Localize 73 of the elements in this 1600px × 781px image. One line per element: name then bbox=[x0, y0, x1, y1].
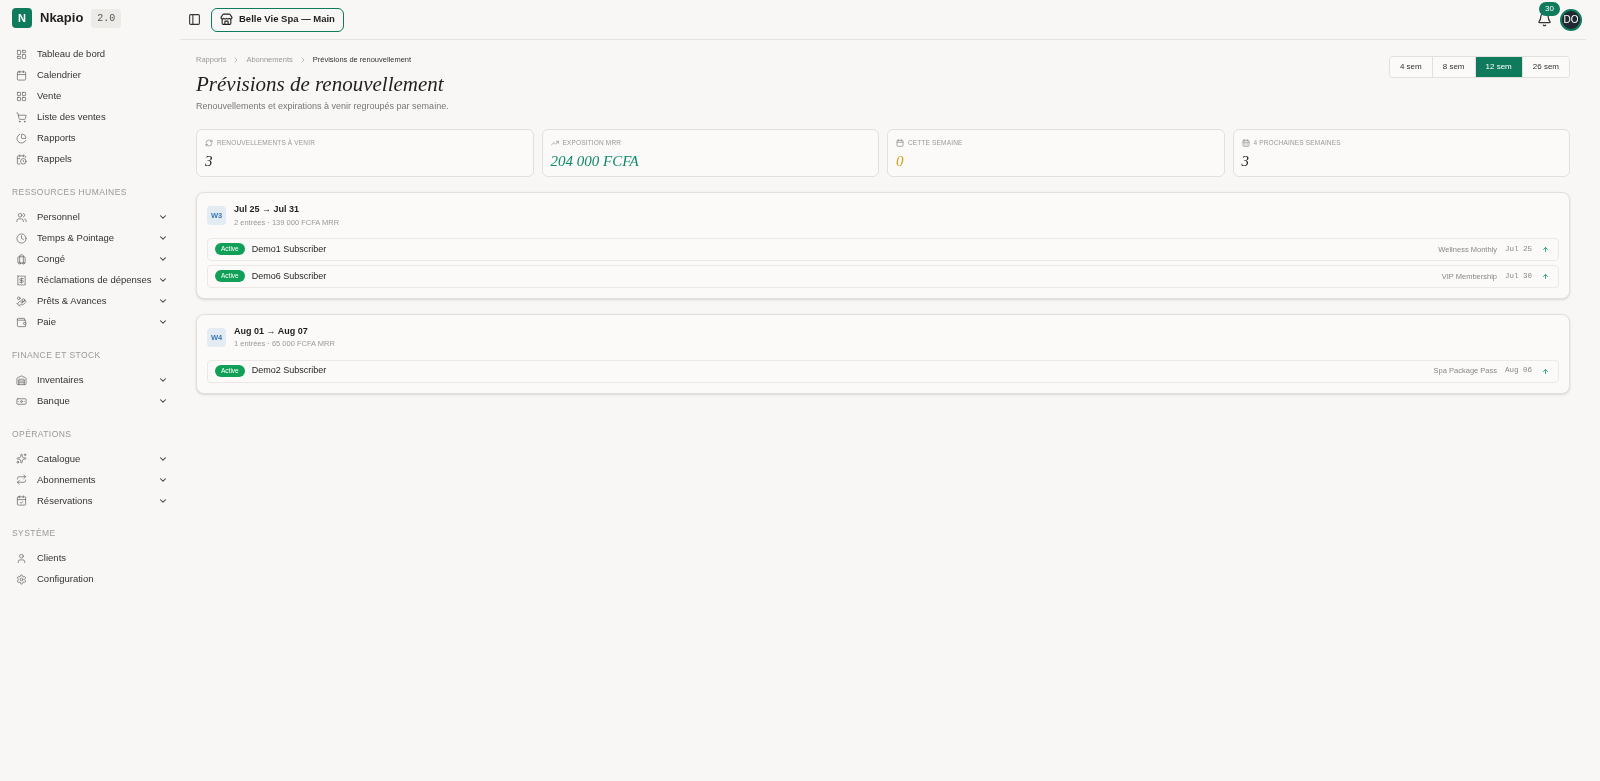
notification-icon[interactable] bbox=[1537, 12, 1552, 27]
menu-icon bbox=[16, 112, 27, 123]
menu-icon bbox=[16, 474, 27, 486]
menu-icon bbox=[16, 91, 27, 102]
sidebar-item[interactable]: Calendrier bbox=[12, 65, 168, 86]
stat-icon bbox=[205, 138, 213, 147]
section-heading: OPÉRATIONS bbox=[12, 427, 73, 441]
stat-icon bbox=[896, 138, 904, 147]
menu-icon bbox=[16, 553, 27, 564]
menu-icon bbox=[16, 232, 27, 244]
sidebar-item[interactable]: Réservations bbox=[12, 490, 168, 512]
user-avatar[interactable]: DO bbox=[1560, 8, 1582, 31]
section-heading: SYSTÈME bbox=[12, 527, 57, 540]
week-range: Aug 01 → Aug 07 bbox=[234, 324, 309, 338]
menu-icon bbox=[16, 374, 27, 386]
stat-value: 204 000 FCFA bbox=[550, 151, 640, 171]
store-icon bbox=[220, 13, 233, 26]
sidebar-item[interactable]: Personnel bbox=[12, 206, 168, 228]
sidebar-item[interactable]: Abonnements bbox=[12, 469, 168, 491]
menu-icon bbox=[16, 154, 27, 165]
menu-icon bbox=[16, 495, 27, 507]
menu-icon bbox=[16, 395, 27, 407]
menu-icon bbox=[16, 574, 27, 585]
stat-value: 3 bbox=[205, 151, 214, 171]
menu-icon bbox=[16, 453, 27, 465]
section-heading: FINANCE ET STOCK bbox=[12, 348, 102, 362]
version-badge: 2.0 bbox=[91, 8, 122, 28]
sidebar-item[interactable]: Tableau de bord bbox=[12, 44, 168, 65]
stat-icon bbox=[550, 138, 559, 147]
week-range: Jul 25 → Jul 31 bbox=[234, 203, 301, 216]
stat-value: 3 bbox=[1241, 151, 1250, 171]
sidebar-item[interactable]: Liste des ventes bbox=[12, 107, 168, 128]
chevron-icon bbox=[158, 396, 168, 406]
menu-icon bbox=[16, 133, 27, 144]
sidebar-item[interactable]: Paie bbox=[12, 311, 168, 333]
sidebar-item[interactable]: Rappels bbox=[12, 149, 168, 170]
sidebar-item[interactable]: Prêts & Avances bbox=[12, 290, 168, 312]
sidebar-item[interactable]: Vente bbox=[12, 86, 168, 107]
range-tab[interactable]: 12 sem bbox=[1474, 57, 1522, 77]
subscriber-name: Demo1 Subscriber bbox=[251, 242, 328, 256]
subscriber-name: Demo2 Subscriber bbox=[251, 364, 328, 378]
chevron-icon bbox=[158, 375, 168, 385]
range-tab[interactable]: 26 sem bbox=[1521, 57, 1569, 77]
section-heading: RESSOURCES HUMAINES bbox=[12, 186, 128, 199]
brand-logo: N bbox=[12, 8, 32, 28]
subscriber-name: Demo6 Subscriber bbox=[251, 269, 328, 283]
menu-icon bbox=[16, 70, 27, 81]
sidebar-item[interactable]: Configuration bbox=[12, 569, 168, 590]
page-subtitle: Renouvellements et expirations à venir regroupés par semaine. bbox=[196, 99, 450, 113]
menu-icon bbox=[16, 49, 27, 60]
menu-icon bbox=[16, 211, 27, 223]
menu-icon bbox=[16, 274, 27, 286]
sidebar-item[interactable]: Catalogue bbox=[12, 448, 168, 470]
sidebar-item[interactable]: Banque bbox=[12, 390, 168, 412]
menu-icon bbox=[16, 295, 27, 307]
sidebar-item[interactable]: Clients bbox=[12, 548, 168, 569]
arrow-up-icon bbox=[1542, 367, 1549, 375]
menu-icon bbox=[16, 253, 27, 265]
sidebar-item[interactable]: Rapports bbox=[12, 128, 168, 149]
stat-value: 0 bbox=[896, 151, 905, 171]
sidebar-toggle-icon[interactable] bbox=[188, 13, 201, 26]
arrow-up-icon bbox=[1542, 245, 1549, 253]
brand-name: Nkapio bbox=[40, 9, 84, 28]
notification-count: 30 bbox=[1539, 2, 1560, 16]
arrow-up-icon bbox=[1542, 272, 1549, 280]
sidebar-item[interactable]: Inventaires bbox=[12, 369, 168, 391]
store-selector[interactable]: Belle Vie Spa — Main bbox=[211, 7, 344, 32]
sidebar-item[interactable]: Réclamations de dépenses bbox=[12, 269, 168, 291]
menu-icon bbox=[16, 316, 27, 328]
sidebar-item[interactable]: Congé bbox=[12, 248, 168, 270]
page-title: Prévisions de renouvellement bbox=[196, 71, 445, 98]
sidebar-item[interactable]: Temps & Pointage bbox=[12, 227, 168, 249]
stat-icon bbox=[1241, 138, 1250, 147]
